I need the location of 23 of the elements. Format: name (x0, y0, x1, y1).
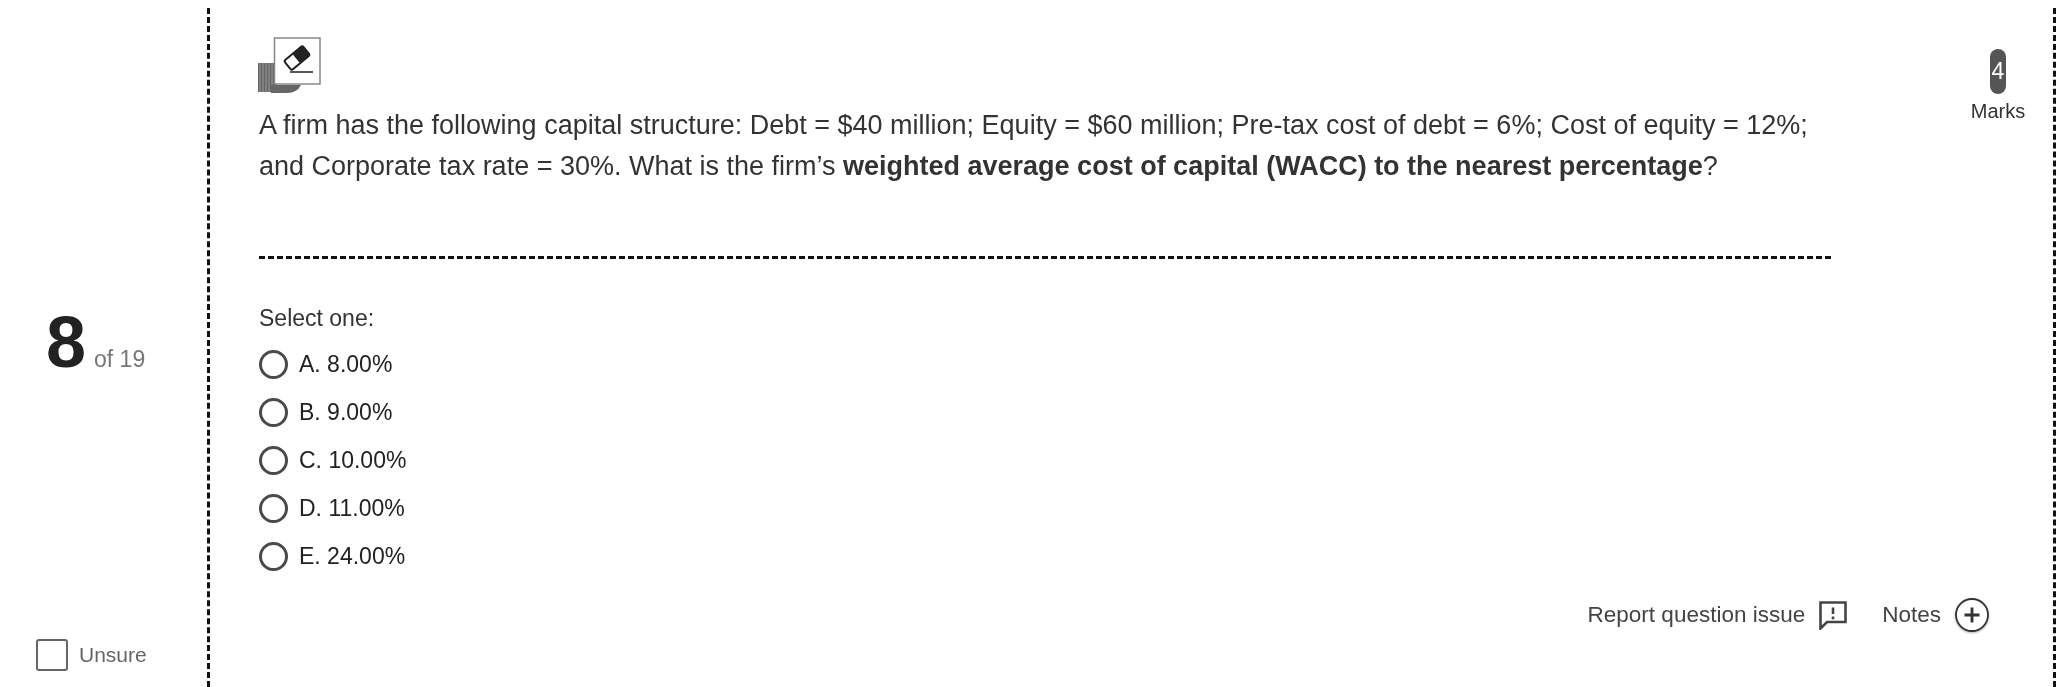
checkbox-label: Unsure (79, 643, 147, 667)
marks-label: Marks (1970, 100, 2026, 123)
eraser-icon[interactable] (257, 37, 321, 93)
option-label: A. 8.00% (299, 350, 393, 378)
option-label: C. 10.00% (299, 446, 407, 474)
marks-badge: 4 (1990, 49, 2006, 94)
radio-button[interactable] (259, 349, 288, 379)
answer-prompt: Select one: (259, 304, 375, 333)
notes-button[interactable]: Notes (1882, 597, 1990, 633)
option-label: B. 9.00% (299, 398, 393, 426)
radio-button[interactable] (259, 541, 288, 571)
option-label: D. 11.00% (299, 494, 405, 522)
radio-button[interactable] (259, 397, 288, 427)
speech-bubble-icon (1818, 600, 1849, 630)
report-issue-button[interactable]: Report question issue (1587, 600, 1849, 630)
radio-button[interactable] (259, 445, 288, 475)
add-icon (1954, 597, 1990, 633)
question-text: A firm has the following capital structure: Debt = $40 million; Equity = $60 million; Pre-tax cost of debt = 6%; Cost of equity = 12%; and Corporate tax rate = 30%. What is the firm’s weighted average cost of capital (WACC) to the nearest percentage? (259, 109, 1809, 183)
radio-button[interactable] (259, 493, 288, 523)
question-total: of 19 (94, 346, 146, 373)
question-number: 8 (46, 305, 87, 379)
option-label: E. 24.00% (299, 542, 406, 570)
unsure-checkbox[interactable] (36, 639, 68, 671)
